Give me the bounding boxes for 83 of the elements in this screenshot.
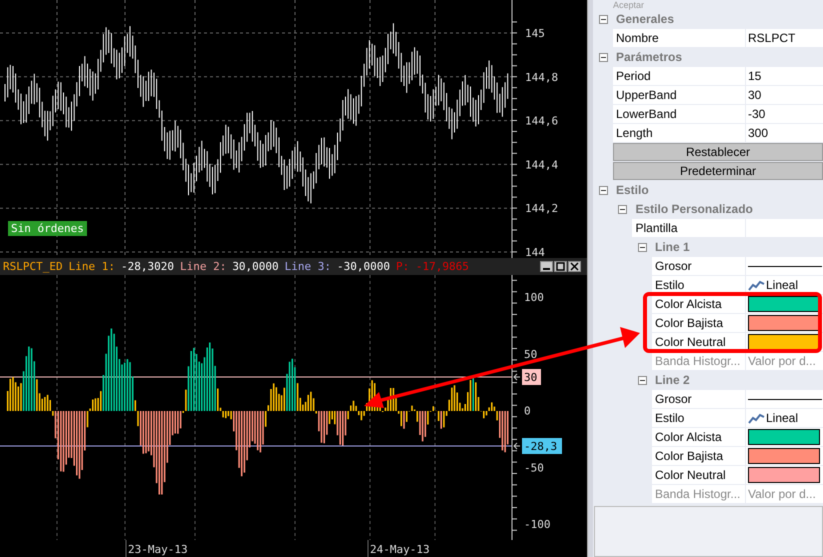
axis-label: 144,6 xyxy=(525,114,558,128)
property-value[interactable]: 300 xyxy=(744,124,823,142)
property-name: Estilo xyxy=(652,409,745,427)
value-cell[interactable] xyxy=(744,390,823,408)
collapse-toggle[interactable] xyxy=(598,186,608,194)
axis-label: 144 xyxy=(525,246,545,258)
minimize-button[interactable] xyxy=(540,261,553,272)
property-name: LowerBand xyxy=(612,105,745,123)
collapse-toggle[interactable] xyxy=(598,52,608,62)
value-cell[interactable] xyxy=(744,314,823,332)
indicator-legend-text: Line 2: xyxy=(180,260,226,273)
property-name: Grosor xyxy=(652,257,745,275)
indicator-legend-text: Line 3: xyxy=(284,260,332,273)
axis-label: 50 xyxy=(524,348,538,361)
line-chart-icon xyxy=(748,412,765,424)
line-thickness-icon xyxy=(748,264,822,268)
value-cell[interactable] xyxy=(744,428,823,446)
axis-label: -50 xyxy=(524,461,544,474)
color-swatch[interactable] xyxy=(748,448,820,464)
category-label: Line 1 xyxy=(654,240,690,254)
indicator-legend-text: -30,0000 xyxy=(337,260,390,273)
marker-label: 30 xyxy=(524,371,538,384)
date-label: 23-May-13 xyxy=(128,543,188,556)
line-thickness-icon xyxy=(748,398,822,400)
color-swatch[interactable] xyxy=(748,296,820,312)
property-value[interactable]: -30 xyxy=(744,105,823,123)
date-label: 24-May-13 xyxy=(370,543,430,556)
indicator-legend-text: Line 1: xyxy=(68,260,115,273)
indicator-legend-text: -28,3020 xyxy=(120,260,174,273)
property-name: Length xyxy=(612,124,745,142)
category-label: Generales xyxy=(616,12,674,26)
property-name: UpperBand xyxy=(612,86,745,104)
collapse-toggle[interactable] xyxy=(638,376,647,384)
collapse-toggle[interactable] xyxy=(618,204,628,214)
property-name: Color Alcista xyxy=(652,428,745,446)
marker-label: -28,3 xyxy=(524,440,558,453)
axis-label: 0 xyxy=(524,404,531,418)
axis-label: 100 xyxy=(524,291,544,304)
maximize-button[interactable] xyxy=(554,261,567,272)
value-cell[interactable] xyxy=(744,447,823,465)
line-chart-icon xyxy=(748,279,765,291)
axis-label: -100 xyxy=(524,518,550,532)
category-label: Parámetros xyxy=(616,50,682,64)
property-value[interactable]: RSLPCT xyxy=(744,29,823,47)
property-value[interactable]: 30 xyxy=(744,86,823,104)
property-name: Color Alcista xyxy=(652,295,745,313)
property-name: Banda Histogr... xyxy=(652,485,745,503)
color-swatch[interactable] xyxy=(748,315,820,331)
maximize-icon xyxy=(556,262,565,271)
close-icon xyxy=(570,262,579,271)
property-name: Nombre xyxy=(612,29,745,47)
property-button[interactable]: Restablecer xyxy=(612,143,823,161)
property-button[interactable]: Predeterminar xyxy=(612,162,823,180)
color-swatch[interactable] xyxy=(748,334,820,350)
property-name: Grosor xyxy=(652,390,745,408)
property-value[interactable]: Lineal xyxy=(766,278,798,292)
property-name: Color Bajista xyxy=(652,447,745,465)
property-value[interactable]: Lineal xyxy=(766,411,798,425)
axis-label: 145 xyxy=(525,27,545,40)
property-name: Color Neutral xyxy=(652,466,745,484)
property-name: Color Bajista xyxy=(652,314,745,332)
property-name: Banda Histogr... xyxy=(652,352,745,370)
color-swatch[interactable] xyxy=(748,467,820,483)
axis-label: 144,8 xyxy=(525,70,558,84)
category-label: Line 2 xyxy=(654,373,690,387)
category-label: Estilo Personalizado xyxy=(635,202,753,216)
order-status-badge: Sin órdenes xyxy=(8,221,87,236)
category-label: Estilo xyxy=(616,183,649,197)
indicator-legend-text: RSLPCT_ED xyxy=(3,260,63,273)
indicator-legend-text: P: -17,9865 xyxy=(396,260,469,273)
close-button[interactable] xyxy=(568,261,581,272)
property-name: Plantilla xyxy=(632,219,745,237)
value-cell[interactable] xyxy=(744,257,823,275)
value-cell[interactable] xyxy=(744,466,823,484)
property-name: Period xyxy=(612,67,745,85)
color-swatch[interactable] xyxy=(748,429,820,445)
indicator-legend-text: 30,0000 xyxy=(232,260,279,273)
collapse-toggle[interactable] xyxy=(638,242,647,252)
value-cell[interactable]: Lineal xyxy=(744,409,823,427)
axis-label: 144,4 xyxy=(525,158,558,172)
axis-label: 144,2 xyxy=(525,202,558,216)
collapse-toggle[interactable] xyxy=(598,14,608,24)
property-value[interactable]: 15 xyxy=(744,67,823,85)
